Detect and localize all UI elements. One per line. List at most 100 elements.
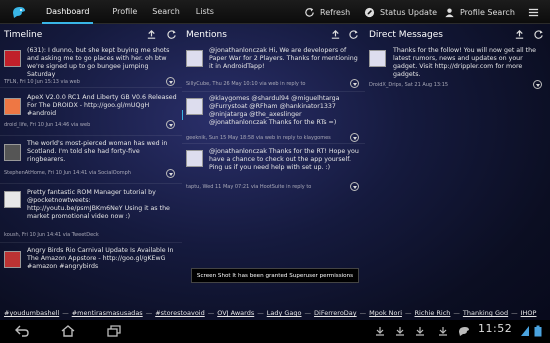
- tweet-text: The world's most-pierced woman has wed i…: [27, 140, 168, 163]
- download-icon[interactable]: [395, 326, 405, 336]
- trend-link[interactable]: OVJ Awards: [217, 309, 254, 317]
- refresh-icon[interactable]: [533, 29, 544, 40]
- avatar[interactable]: [4, 98, 21, 115]
- expand-icon[interactable]: [166, 77, 175, 86]
- trend-link[interactable]: DiFerreroDay: [314, 309, 357, 317]
- back-icon[interactable]: [14, 325, 30, 337]
- trend-link[interactable]: #storestoavoid: [155, 309, 205, 317]
- wifi-signal-icon: [521, 326, 529, 336]
- status-update-label: Status Update: [380, 7, 438, 17]
- mention-text: @jonathanlonczak Thanks for the RT! Hope…: [209, 148, 359, 171]
- tweet-item[interactable]: Pretty fantastic ROM Manager tutorial by…: [0, 184, 182, 243]
- direct-messages-column: Direct Messages Thanks for the follow! Y…: [365, 24, 550, 306]
- tweet-item[interactable]: (631): I dunno, but she kept buying me s…: [0, 46, 182, 88]
- trend-link[interactable]: Thanking God: [463, 309, 508, 317]
- tweet-text: Pretty fantastic ROM Manager tutorial by…: [27, 189, 170, 220]
- timeline-column: Timeline (631): I dunno, but she kept bu…: [0, 24, 182, 306]
- system-navigation-bar: [0, 320, 550, 343]
- mention-meta: SillyCube, Thu 26 May 10:10 via web in r…: [186, 81, 306, 87]
- avatar[interactable]: [369, 50, 386, 67]
- mention-meta: taptu, Wed 11 May 07:21 via HootSuite in…: [186, 184, 312, 190]
- profile-search-button[interactable]: Profile Search: [444, 0, 515, 24]
- tab-search[interactable]: Search: [152, 0, 179, 24]
- direct-messages-header: Direct Messages: [365, 24, 550, 46]
- status-update-button[interactable]: Status Update: [364, 0, 437, 24]
- refresh-icon: [305, 7, 314, 17]
- message-item[interactable]: Thanks for the follow! You will now get …: [365, 46, 550, 93]
- trend-link[interactable]: #mentirasmasusadas: [72, 309, 143, 317]
- action-bar: Dashboard Profile Search Lists Refresh S…: [0, 0, 550, 24]
- expand-icon[interactable]: [166, 169, 175, 178]
- mention-item[interactable]: @jonathanlonczak Thanks for the RT! Hope…: [182, 144, 365, 191]
- tweet-text: ApeX V2.0.0 RC1 And Liberty GB V0.6 Rele…: [27, 94, 177, 117]
- tweet-meta: StephenAtHome, Fri 10 Jun 14:41 via Soci…: [4, 170, 131, 176]
- avatar[interactable]: [4, 251, 21, 268]
- trends-bar: #youdumbashell — #mentirasmasusadas — #sto…: [4, 309, 537, 317]
- refresh-icon[interactable]: [166, 29, 177, 40]
- mentions-header: Mentions: [182, 24, 365, 46]
- expand-icon[interactable]: [350, 182, 359, 191]
- trend-link[interactable]: Lady Gago: [267, 309, 302, 317]
- column-title: Direct Messages: [369, 30, 443, 40]
- avatar[interactable]: [4, 144, 21, 161]
- trend-link[interactable]: #youdumbashell: [4, 309, 59, 317]
- avatar[interactable]: [186, 50, 203, 67]
- tab-profile[interactable]: Profile: [112, 0, 137, 24]
- upload-icon[interactable]: [514, 29, 525, 40]
- home-icon[interactable]: [60, 325, 76, 337]
- avatar[interactable]: [186, 150, 203, 167]
- person-icon: [445, 7, 454, 17]
- avatar[interactable]: [186, 98, 203, 115]
- expand-icon[interactable]: [350, 133, 359, 142]
- status-clock: 11:52: [478, 322, 513, 335]
- selection-marker: [182, 110, 183, 120]
- avatar[interactable]: [4, 191, 21, 208]
- tab-lists[interactable]: Lists: [196, 0, 214, 24]
- trend-link[interactable]: Mpok Nori: [369, 309, 402, 317]
- tweet-meta: TFLN, Fri 10 Jun 15:13 via web: [4, 79, 80, 85]
- mention-text: @klaygomes @shardul94 @miguelhtarga @Fur…: [209, 95, 340, 126]
- mentions-column: Mentions @jonathanlonczak Hi, We are dev…: [182, 24, 365, 306]
- profile-search-label: Profile Search: [460, 7, 515, 17]
- mention-text: @jonathanlonczak Hi, We are developers o…: [209, 47, 358, 70]
- expand-icon[interactable]: [350, 79, 359, 88]
- tweet-text: (631): I dunno, but she kept buying me s…: [27, 47, 170, 78]
- message-text: Thanks for the follow! You will now get …: [393, 47, 536, 78]
- download-icon[interactable]: [438, 326, 448, 336]
- tweet-item[interactable]: ApeX V2.0.0 RC1 And Liberty GB V0.6 Rele…: [0, 88, 182, 136]
- refresh-button[interactable]: Refresh: [304, 0, 350, 24]
- menu-button[interactable]: [528, 0, 544, 24]
- mention-item[interactable]: @klaygomes @shardul94 @miguelhtarga @Fur…: [182, 92, 365, 144]
- upload-icon[interactable]: [146, 29, 157, 40]
- message-meta: DroidX_Drips, Sat 21 Aug 13:15: [369, 82, 449, 88]
- avatar[interactable]: [4, 50, 21, 67]
- column-title: Mentions: [186, 30, 227, 40]
- refresh-label: Refresh: [320, 7, 351, 17]
- toast-notification: Screen Shot It has been granted Superuse…: [191, 268, 359, 283]
- menu-icon: [528, 8, 539, 16]
- timeline-header: Timeline: [0, 24, 182, 46]
- trend-link[interactable]: IHOP: [521, 309, 537, 317]
- column-title: Timeline: [4, 30, 43, 40]
- upload-icon[interactable]: [330, 29, 341, 40]
- tweet-item[interactable]: The world's most-pierced woman has wed i…: [0, 136, 182, 184]
- expand-icon[interactable]: [533, 80, 542, 89]
- app-window: Dashboard Profile Search Lists Refresh S…: [0, 0, 550, 343]
- mention-item[interactable]: @jonathanlonczak Hi, We are developers o…: [182, 46, 365, 92]
- recent-apps-icon[interactable]: [106, 325, 122, 337]
- tweet-item[interactable]: Angry Birds Rio Carnival Update Is Avail…: [0, 243, 182, 283]
- tweet-meta: koush, Fri 10 Jun 14:41 via TweetDeck: [4, 232, 99, 238]
- twitter-bird-icon[interactable]: [458, 325, 470, 337]
- app-logo-icon[interactable]: [8, 2, 30, 22]
- tab-dashboard[interactable]: Dashboard: [41, 0, 94, 24]
- download-icon[interactable]: [415, 326, 425, 336]
- status-update-icon: [364, 7, 375, 17]
- tweet-meta: droid_life, Fri 10 Jun 14:46 via web: [4, 122, 91, 128]
- tweet-text: Angry Birds Rio Carnival Update Is Avail…: [27, 247, 174, 270]
- download-icon[interactable]: [375, 326, 385, 336]
- expand-icon[interactable]: [166, 120, 175, 129]
- trend-link[interactable]: Richie Rich: [415, 309, 451, 317]
- refresh-icon[interactable]: [348, 29, 359, 40]
- mention-meta: geeknik, Sun 15 May 18:58 via web in rep…: [186, 135, 331, 141]
- battery-icon: [534, 325, 542, 337]
